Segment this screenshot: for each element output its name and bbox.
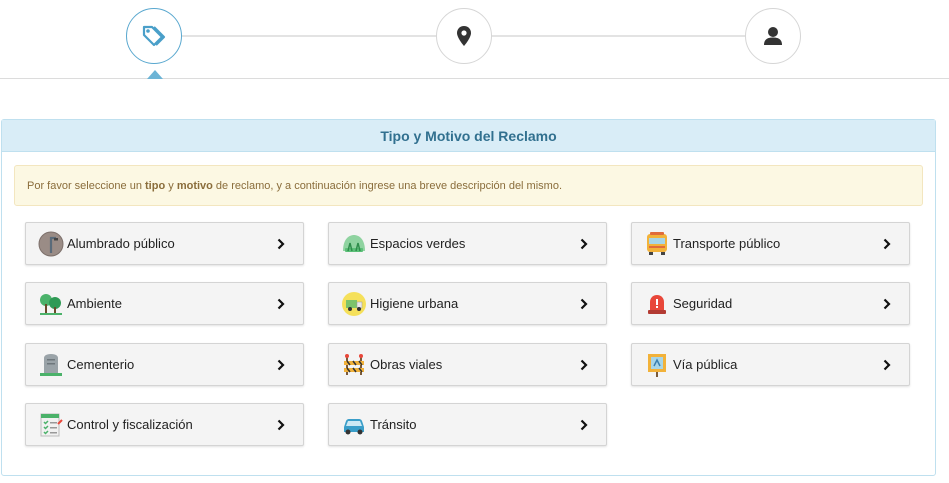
- claim-type-panel: Tipo y Motivo del Reclamo Por favor sele…: [1, 119, 936, 476]
- car-icon: [341, 412, 367, 438]
- chevron-right-icon: [271, 419, 291, 431]
- tombstone-icon: [38, 352, 64, 378]
- option-espacios-verdes[interactable]: Espacios verdes: [328, 222, 607, 265]
- chevron-right-icon: [877, 238, 897, 250]
- chevron-right-icon: [271, 238, 291, 250]
- garbage-truck-icon: [341, 291, 367, 317]
- option-label: Ambiente: [67, 296, 122, 311]
- chevron-right-icon: [574, 238, 594, 250]
- step-connector: [182, 35, 437, 37]
- chevron-right-icon: [877, 359, 897, 371]
- road-barrier-icon: [341, 352, 367, 378]
- option-transporte-publico[interactable]: Transporte público: [631, 222, 910, 265]
- step-connector: [491, 35, 746, 37]
- street-sign-icon: [644, 352, 670, 378]
- tags-icon: [141, 24, 167, 48]
- street-light-icon: [38, 231, 64, 257]
- step-type[interactable]: [126, 8, 182, 64]
- option-label: Cementerio: [67, 357, 135, 372]
- option-label: Higiene urbana: [370, 296, 459, 311]
- trees-icon: [38, 291, 64, 317]
- option-ambiente[interactable]: Ambiente: [25, 282, 304, 325]
- option-control-fiscalizacion[interactable]: Control y fiscalización: [25, 403, 304, 446]
- chevron-right-icon: [574, 298, 594, 310]
- option-label: Espacios verdes: [370, 236, 466, 251]
- user-icon: [763, 26, 783, 46]
- option-alumbrado-publico[interactable]: Alumbrado público: [25, 222, 304, 265]
- option-obras-viales[interactable]: Obras viales: [328, 343, 607, 386]
- instructions-alert: Por favor seleccione un tipo y motivo de…: [14, 165, 923, 206]
- alert-text: Por favor seleccione un: [27, 179, 142, 192]
- step-user[interactable]: [745, 8, 801, 64]
- alert-bold-type: tipo: [145, 179, 166, 192]
- chevron-right-icon: [877, 298, 897, 310]
- chevron-right-icon: [574, 359, 594, 371]
- option-label: Vía pública: [673, 357, 738, 372]
- park-icon: [341, 231, 367, 257]
- step-location[interactable]: [436, 8, 492, 64]
- option-label: Seguridad: [673, 296, 733, 311]
- map-marker-icon: [456, 25, 472, 47]
- wizard-stepper: [0, 0, 949, 79]
- alert-text: de reclamo, y a continuación ingrese una…: [212, 179, 563, 192]
- option-label: Tránsito: [370, 417, 417, 432]
- option-label: Transporte público: [673, 236, 781, 251]
- option-transito[interactable]: Tránsito: [328, 403, 607, 446]
- option-label: Alumbrado público: [67, 236, 175, 251]
- active-step-pointer: [147, 70, 163, 79]
- option-label: Control y fiscalización: [67, 417, 193, 432]
- chevron-right-icon: [271, 359, 291, 371]
- option-cementerio[interactable]: Cementerio: [25, 343, 304, 386]
- chevron-right-icon: [574, 419, 594, 431]
- alert-bold-motive: motivo: [176, 179, 213, 192]
- siren-icon: [644, 291, 670, 317]
- option-higiene-urbana[interactable]: Higiene urbana: [328, 282, 607, 325]
- checklist-icon: [38, 412, 64, 438]
- option-label: Obras viales: [370, 357, 443, 372]
- panel-title: Tipo y Motivo del Reclamo: [2, 120, 935, 152]
- option-seguridad[interactable]: Seguridad: [631, 282, 910, 325]
- option-via-publica[interactable]: Vía pública: [631, 343, 910, 386]
- bus-icon: [644, 231, 670, 257]
- alert-text: y: [165, 179, 177, 192]
- chevron-right-icon: [271, 298, 291, 310]
